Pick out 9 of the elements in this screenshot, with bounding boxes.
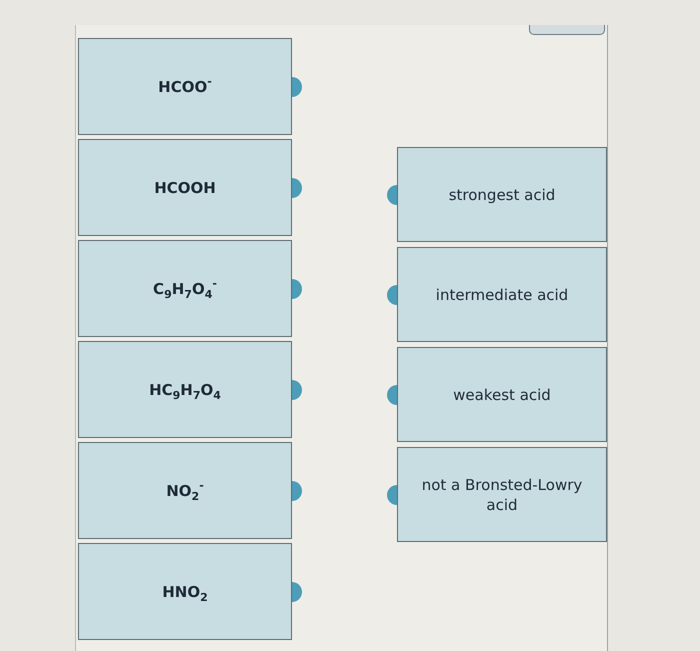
formula-card[interactable]: HCOO$^{-}$ <box>78 38 292 135</box>
formula-card[interactable]: HC$_{9}$H$_{7}$O$_{4}$ <box>78 341 292 438</box>
formula-card[interactable]: HCOOH <box>78 139 292 236</box>
category-card[interactable]: not a Bronsted-Lowry acid <box>397 447 607 542</box>
category-card[interactable]: intermediate acid <box>397 247 607 342</box>
cut-off-button[interactable] <box>529 25 605 35</box>
category-card[interactable]: strongest acid <box>397 147 607 242</box>
formula-card[interactable]: HNO$_{2}$ <box>78 543 292 640</box>
category-card[interactable]: weakest acid <box>397 347 607 442</box>
